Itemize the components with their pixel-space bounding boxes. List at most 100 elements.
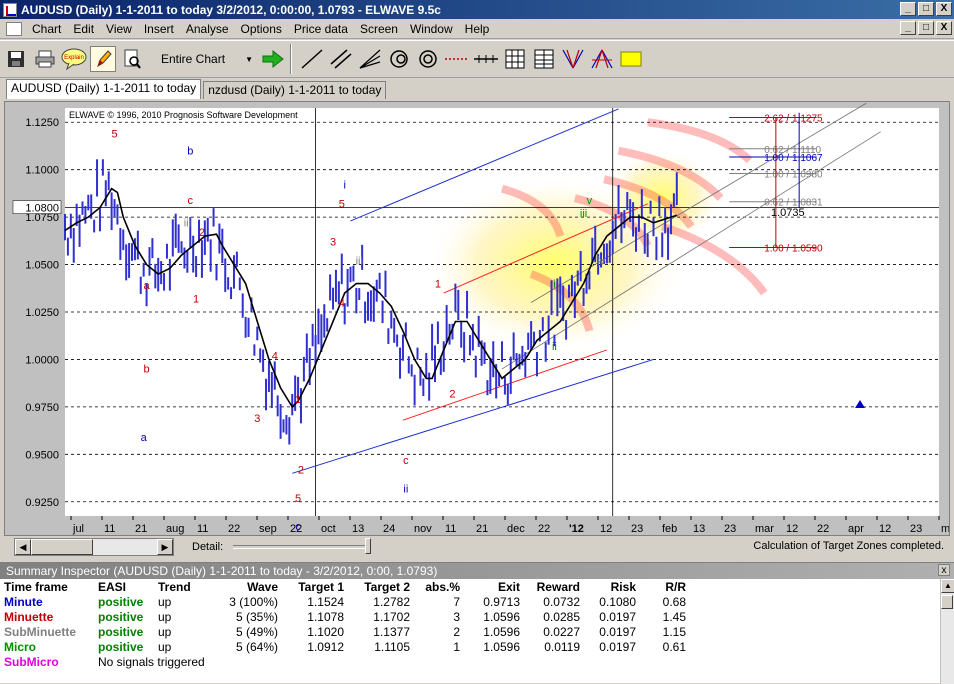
preview-icon[interactable]	[119, 46, 145, 72]
col-abs: abs.%	[425, 579, 460, 594]
wave-label: b	[187, 145, 193, 157]
app-icon	[3, 2, 17, 17]
scroll-right-icon[interactable]: ▶	[157, 539, 173, 555]
x-tick-label: 21	[135, 523, 147, 535]
doc-restore-button[interactable]: □	[918, 21, 934, 35]
line-tool-icon[interactable]	[299, 46, 325, 72]
col-wave: Wave	[247, 579, 278, 594]
cell-risk: 0.0197	[599, 609, 636, 624]
chart-doc-icon[interactable]	[6, 21, 22, 36]
tab-audusd[interactable]: AUDUSD (Daily) 1-1-2011 to today	[6, 79, 202, 99]
dotted-line-icon[interactable]	[444, 46, 470, 72]
table-row[interactable]: Micro positive up 5 (64%) 1.0912 1.1105 1 1.059…	[4, 639, 686, 654]
summary-inspector: Summary Inspector (AUDUSD (Daily) 1-1-20…	[0, 562, 954, 684]
menu-view[interactable]: View	[100, 22, 138, 36]
doc-minimize-button[interactable]: _	[900, 21, 916, 35]
title-bar: AUDUSD (Daily) 1-1-2011 to today 3/2/201…	[0, 0, 954, 19]
scroll-left-icon[interactable]: ◀	[15, 539, 31, 555]
tab-nzdusd[interactable]: nzdusd (Daily) 1-1-2011 to today	[203, 81, 387, 99]
parallel-line-icon[interactable]	[328, 46, 354, 72]
table-row[interactable]: Minuette positive up 5 (35%) 1.1078 1.1702 3 1.…	[4, 609, 686, 624]
menu-options[interactable]: Options	[235, 22, 288, 36]
horizontal-scrollbar[interactable]: ◀ ▶	[14, 538, 174, 556]
wave-label: 3	[330, 237, 336, 249]
cell-timeframe: SubMinuette	[4, 624, 76, 639]
cell-reward: 0.0732	[543, 594, 580, 609]
menu-analyse[interactable]: Analyse	[180, 22, 235, 36]
x-tick-label: 22	[290, 523, 302, 535]
cell-timeframe: Micro	[4, 639, 37, 654]
y-tick-label: 0.9250	[25, 497, 59, 509]
x-tick-label: 21	[476, 523, 488, 535]
cell-exit: 1.0596	[483, 609, 520, 624]
inspector-scrollbar[interactable]: ▲	[940, 579, 954, 684]
fib-arc-icon[interactable]	[589, 46, 615, 72]
chart-area[interactable]: 5 b c iii 2 a 1 b a 3 4 1 2 5 c i 5 3 4 iii 1 2 c ii iii v iv i ii 2…	[4, 101, 950, 536]
menu-help[interactable]: Help	[459, 22, 496, 36]
inspector-scroll-thumb[interactable]	[941, 595, 953, 609]
spiral-icon[interactable]	[386, 46, 412, 72]
menu-bar: Chart Edit View Insert Analyse Options P…	[0, 19, 954, 39]
x-tick-label: 23	[631, 523, 643, 535]
cell-exit: 1.0596	[483, 639, 520, 654]
go-arrow-icon[interactable]	[260, 46, 286, 72]
rectangle-icon[interactable]	[618, 46, 644, 72]
fib-fan-icon[interactable]	[560, 46, 586, 72]
table-row[interactable]: SubMicro No signals triggered	[4, 654, 686, 669]
window-title: AUDUSD (Daily) 1-1-2011 to today 3/2/201…	[21, 2, 441, 17]
cell-t1: 1.1078	[307, 609, 344, 624]
last-price-axis-label: 1.0800	[25, 203, 59, 215]
wave-label: iii	[356, 256, 363, 268]
x-tick-label: mar	[755, 523, 774, 535]
col-target1: Target 1	[298, 579, 344, 594]
table-grid-icon[interactable]	[531, 46, 557, 72]
cell-exit: 0.9713	[483, 594, 520, 609]
x-tick-label: 23	[724, 523, 736, 535]
price-chart[interactable]: 5bciii2a1ba34125ci534iii12ciiiiiviviii 2…	[5, 102, 949, 535]
scroll-up-icon[interactable]: ▲	[941, 579, 954, 593]
cell-t2: 1.1702	[373, 609, 410, 624]
cell-abs: 2	[453, 624, 460, 639]
x-tick-label: jul	[72, 523, 84, 535]
x-tick-label: 11	[197, 523, 208, 535]
fan-line-icon[interactable]	[357, 46, 383, 72]
maximize-button[interactable]: □	[918, 2, 934, 16]
circle-icon[interactable]	[415, 46, 441, 72]
x-tick-label: 22	[538, 523, 550, 535]
close-button[interactable]: X	[936, 2, 952, 16]
minimize-button[interactable]: _	[900, 2, 916, 16]
wave-label: v	[587, 195, 593, 207]
save-icon[interactable]	[3, 46, 29, 72]
y-tick-label: 1.1250	[25, 117, 59, 129]
hline-icon[interactable]	[473, 46, 499, 72]
col-trend: Trend	[158, 579, 191, 594]
close-icon[interactable]: x	[938, 564, 950, 576]
menu-window[interactable]: Window	[404, 22, 459, 36]
wave-label: 1	[193, 294, 199, 306]
cell-rr: 1.15	[662, 624, 686, 639]
x-tick-label: 12	[786, 523, 798, 535]
menu-screen[interactable]: Screen	[354, 22, 404, 36]
table-row[interactable]: SubMinuette positive up 5 (49%) 1.1020 1.1377…	[4, 624, 686, 639]
x-tick-label: 13	[693, 523, 705, 535]
menu-price-data[interactable]: Price data	[288, 22, 354, 36]
slider-knob[interactable]	[365, 538, 372, 554]
grid-icon[interactable]	[502, 46, 528, 72]
scroll-thumb[interactable]	[31, 539, 93, 555]
cell-timeframe: Minute	[4, 594, 43, 609]
x-tick-label: 12	[879, 523, 891, 535]
explain-icon[interactable]: Explain	[61, 46, 87, 72]
range-select[interactable]: Entire Chart ▼	[157, 48, 257, 70]
toolbar: Explain Entire Chart ▼	[0, 40, 954, 78]
detail-slider[interactable]	[233, 538, 372, 554]
cell-easi: positive	[98, 624, 144, 639]
wave-label: 5	[339, 199, 345, 211]
menu-chart[interactable]: Chart	[26, 22, 67, 36]
table-row[interactable]: Minute positive up 3 (100%) 1.1524 1.2782 7 0.9…	[4, 594, 686, 609]
menu-insert[interactable]: Insert	[138, 22, 180, 36]
menu-edit[interactable]: Edit	[67, 22, 100, 36]
cell-t2: 1.1105	[374, 639, 410, 654]
print-icon[interactable]	[32, 46, 58, 72]
pencil-icon[interactable]	[90, 46, 116, 72]
doc-close-button[interactable]: X	[936, 21, 952, 35]
